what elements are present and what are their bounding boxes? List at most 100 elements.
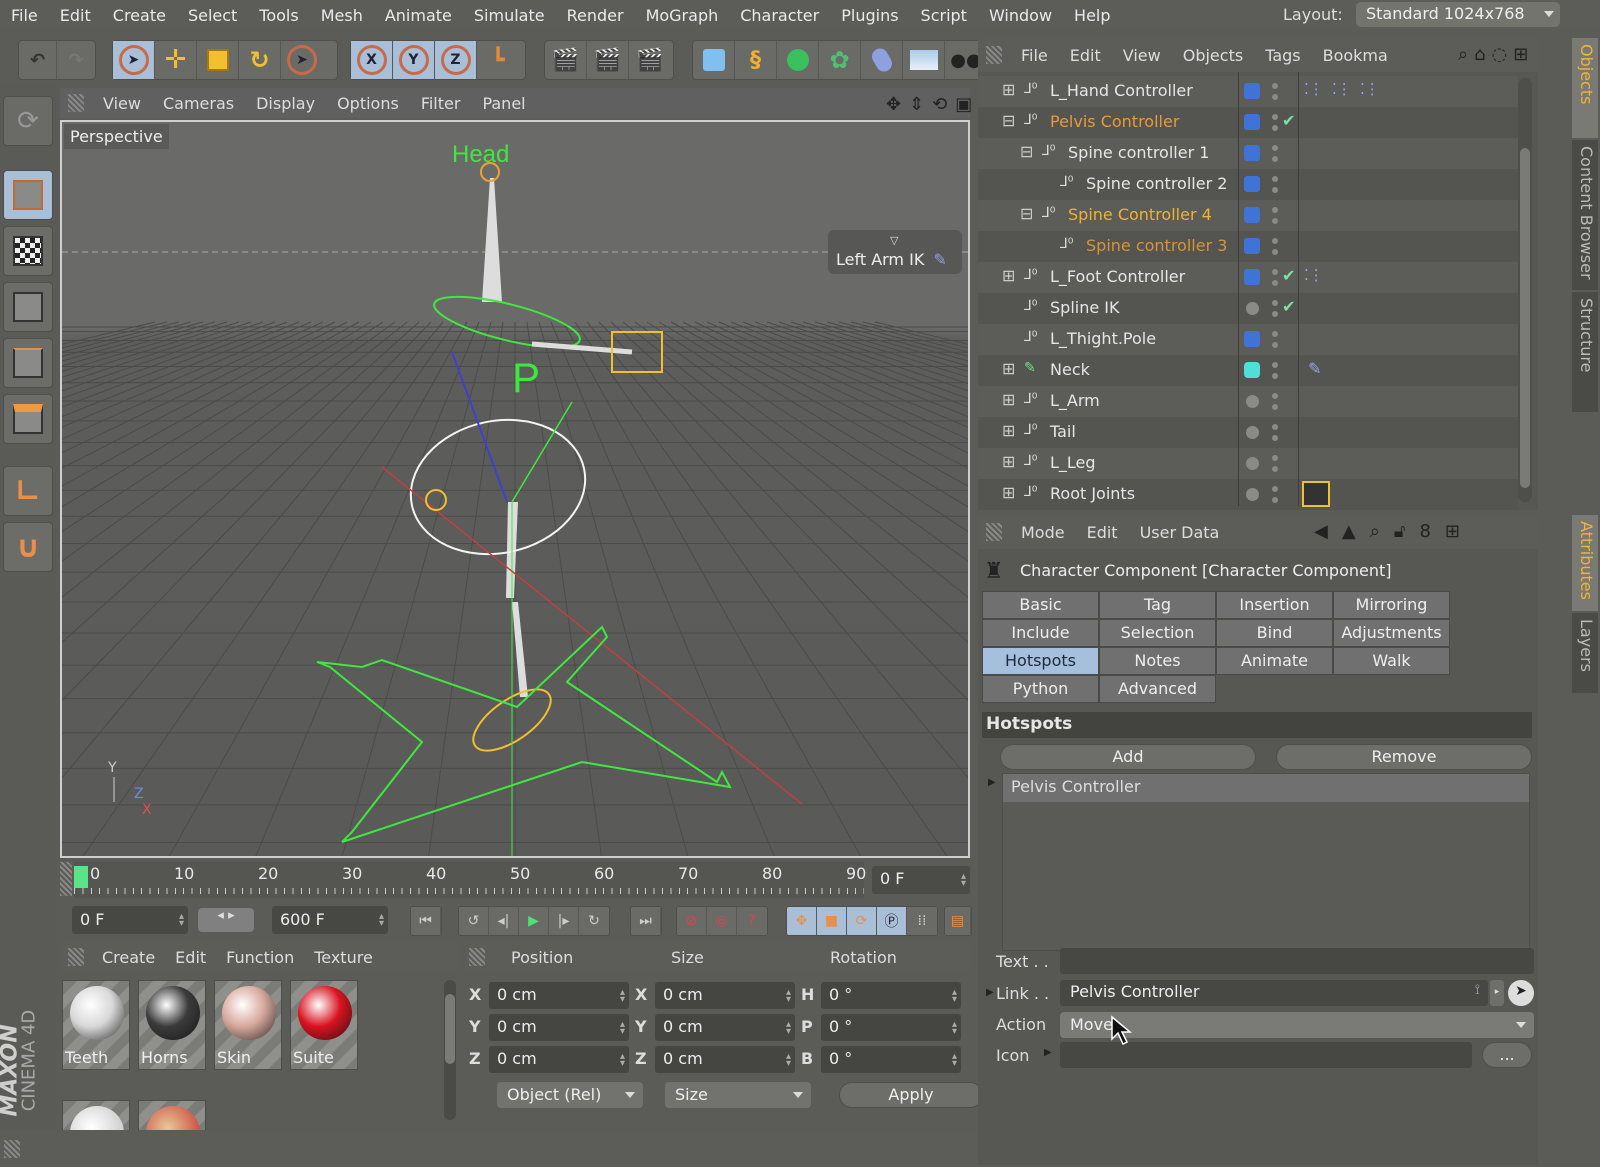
grip-handle[interactable] [986, 46, 1002, 64]
side-tab-layers[interactable]: Layers [1572, 613, 1598, 693]
editor-visibility-dot[interactable] [1272, 114, 1278, 120]
expand-toggle-icon[interactable]: ⊞ [1002, 359, 1015, 378]
material-item[interactable]: Skin [214, 980, 282, 1070]
expand-toggle-icon[interactable]: ⊞ [1002, 80, 1015, 99]
side-tab-content-browser[interactable]: Content Browser [1572, 140, 1598, 290]
back-arrow-icon[interactable]: ◀ [1314, 521, 1328, 542]
key-parameter-button[interactable]: Ⓟ [877, 907, 907, 935]
array-button[interactable]: ✿ [819, 41, 861, 79]
viewport-menu-panel[interactable]: Panel [471, 94, 536, 113]
object-row[interactable]: ⊞ ⅃⁰ Root Joints [978, 479, 1518, 510]
layer-color-swatch[interactable] [1246, 457, 1259, 470]
keyframe-selection-button[interactable]: ? [737, 907, 767, 935]
expand-toggle-icon[interactable]: ⊞ [1002, 452, 1015, 471]
render-visibility-dot[interactable] [1272, 404, 1278, 410]
object-row[interactable]: ⅃⁰ Spline IK ✔ [978, 293, 1518, 324]
layer-color-swatch[interactable] [1246, 426, 1259, 439]
prev-key-button[interactable]: ↺ [459, 907, 489, 935]
camera-label[interactable]: Perspective [64, 124, 169, 149]
enabled-check-icon[interactable]: ✔ [1282, 266, 1295, 285]
render-view-button[interactable]: 🎬 [545, 41, 587, 79]
size-z-field[interactable]: 0 cm ▴ ▾ [655, 1046, 795, 1073]
material-menu-texture[interactable]: Texture [304, 948, 383, 967]
size-mode-select[interactable]: Size [665, 1082, 811, 1108]
size-y-field[interactable]: 0 cm ▴ ▾ [655, 1014, 795, 1041]
scheme-button[interactable]: ▤ [945, 907, 971, 935]
layer-color-swatch[interactable] [1244, 238, 1260, 254]
layer-color-swatch[interactable] [1244, 269, 1260, 285]
expand-toggle-icon[interactable]: ⊟ [1020, 142, 1033, 161]
size-x-field[interactable]: 0 cm ▴ ▾ [655, 982, 795, 1009]
editor-visibility-dot[interactable] [1272, 424, 1278, 430]
expand-toggle-icon[interactable]: ⊞ [1002, 390, 1015, 409]
editor-visibility-dot[interactable] [1272, 393, 1278, 399]
stepper-icon[interactable]: ▴ ▾ [620, 988, 625, 1005]
scroll-thumb[interactable] [1520, 148, 1530, 488]
tab-insertion[interactable]: Insertion [1216, 591, 1333, 619]
tab-bind[interactable]: Bind [1216, 619, 1333, 647]
new-panel-icon[interactable]: ⊞ [1445, 521, 1460, 542]
viewport-3d[interactable]: Head P Y Z X Perspective ▽ Left Arm IK ✎ [60, 120, 970, 858]
start-frame-field[interactable]: 0 F ▴ ▾ [72, 906, 188, 934]
menu-create[interactable]: Create [102, 6, 177, 25]
material-item[interactable]: Suite [290, 980, 358, 1070]
tab-notes[interactable]: Notes [1099, 647, 1216, 675]
edges-mode-button[interactable] [3, 338, 53, 388]
menu-tools[interactable]: Tools [248, 6, 309, 25]
object-menu-edit[interactable]: Edit [1059, 46, 1112, 65]
object-scrollbar[interactable] [1518, 78, 1532, 502]
attribute-menu-user-data[interactable]: User Data [1129, 523, 1231, 542]
object-row[interactable]: ⅃⁰ Spine controller 2 [978, 169, 1518, 200]
ik-tag-icon[interactable]: ✎ [1308, 359, 1321, 378]
enabled-check-icon[interactable]: ✔ [1282, 297, 1295, 316]
grip-handle[interactable] [469, 948, 485, 966]
material-menu-function[interactable]: Function [216, 948, 304, 967]
object-row[interactable]: ⊞ ⅃⁰ L_Hand Controller ⁚⋮ ⁚⋮ ⁚⋮ [978, 76, 1518, 107]
scale-tool-button[interactable] [197, 41, 239, 79]
move-tool-button[interactable]: ✛ [155, 41, 197, 79]
object-row[interactable]: ⅃⁰ L_Thight.Pole [978, 324, 1518, 355]
grip-handle[interactable] [68, 94, 84, 112]
render-picture-viewer-button[interactable]: 🎬 [587, 41, 629, 79]
layer-color-swatch[interactable] [1244, 114, 1260, 130]
viewport-menu-filter[interactable]: Filter [410, 94, 472, 113]
expand-arrow-icon[interactable]: ▶ [1044, 1047, 1052, 1058]
x-axis-lock-button[interactable]: X [351, 41, 393, 79]
end-frame-field[interactable]: 600 F ▴ ▾ [272, 906, 388, 934]
layer-color-swatch[interactable] [1244, 207, 1260, 223]
hotspot-tag-icon[interactable]: ⁚⋮ [1332, 80, 1352, 98]
menu-file[interactable]: File [0, 6, 49, 25]
chain-icon[interactable]: 8 [1419, 521, 1430, 542]
layer-color-swatch[interactable] [1244, 331, 1260, 347]
undo-button[interactable]: ↶ [19, 41, 58, 79]
editor-visibility-dot[interactable] [1272, 455, 1278, 461]
menu-render[interactable]: Render [556, 6, 635, 25]
render-visibility-dot[interactable] [1272, 280, 1278, 286]
render-visibility-dot[interactable] [1272, 342, 1278, 348]
viewport-menu-cameras[interactable]: Cameras [152, 94, 245, 113]
tab-mirroring[interactable]: Mirroring [1333, 591, 1450, 619]
tab-selection[interactable]: Selection [1099, 619, 1216, 647]
prev-frame-button[interactable]: ◂| [489, 907, 519, 935]
character-tag-icon[interactable] [1302, 481, 1330, 507]
editor-visibility-dot[interactable] [1272, 238, 1278, 244]
browse-icon-button[interactable]: ... [1482, 1042, 1532, 1068]
current-frame-field[interactable]: 0 F ▴ ▾ [872, 866, 970, 894]
attribute-menu-mode[interactable]: Mode [1010, 523, 1076, 542]
expand-arrow-icon[interactable]: ▶ [986, 987, 994, 998]
playhead[interactable] [74, 866, 88, 888]
layer-color-swatch[interactable] [1246, 302, 1259, 315]
eye-icon[interactable]: ◌ [1492, 44, 1508, 65]
timeline-grip[interactable] [60, 862, 72, 896]
stepper-icon[interactable]: ▴ ▾ [379, 912, 384, 929]
material-item[interactable]: Teeth [62, 980, 130, 1070]
stepper-icon[interactable]: ▴ ▾ [620, 1020, 625, 1037]
menu-window[interactable]: Window [978, 6, 1063, 25]
menu-script[interactable]: Script [910, 6, 978, 25]
stepper-icon[interactable]: ▴ ▾ [952, 1052, 957, 1069]
editor-visibility-dot[interactable] [1272, 145, 1278, 151]
make-editable-button[interactable]: ⟳ [3, 96, 53, 146]
menu-mograph[interactable]: MoGraph [635, 6, 730, 25]
key-position-button[interactable]: ✥ [787, 907, 817, 935]
layer-color-swatch[interactable] [1244, 362, 1260, 378]
